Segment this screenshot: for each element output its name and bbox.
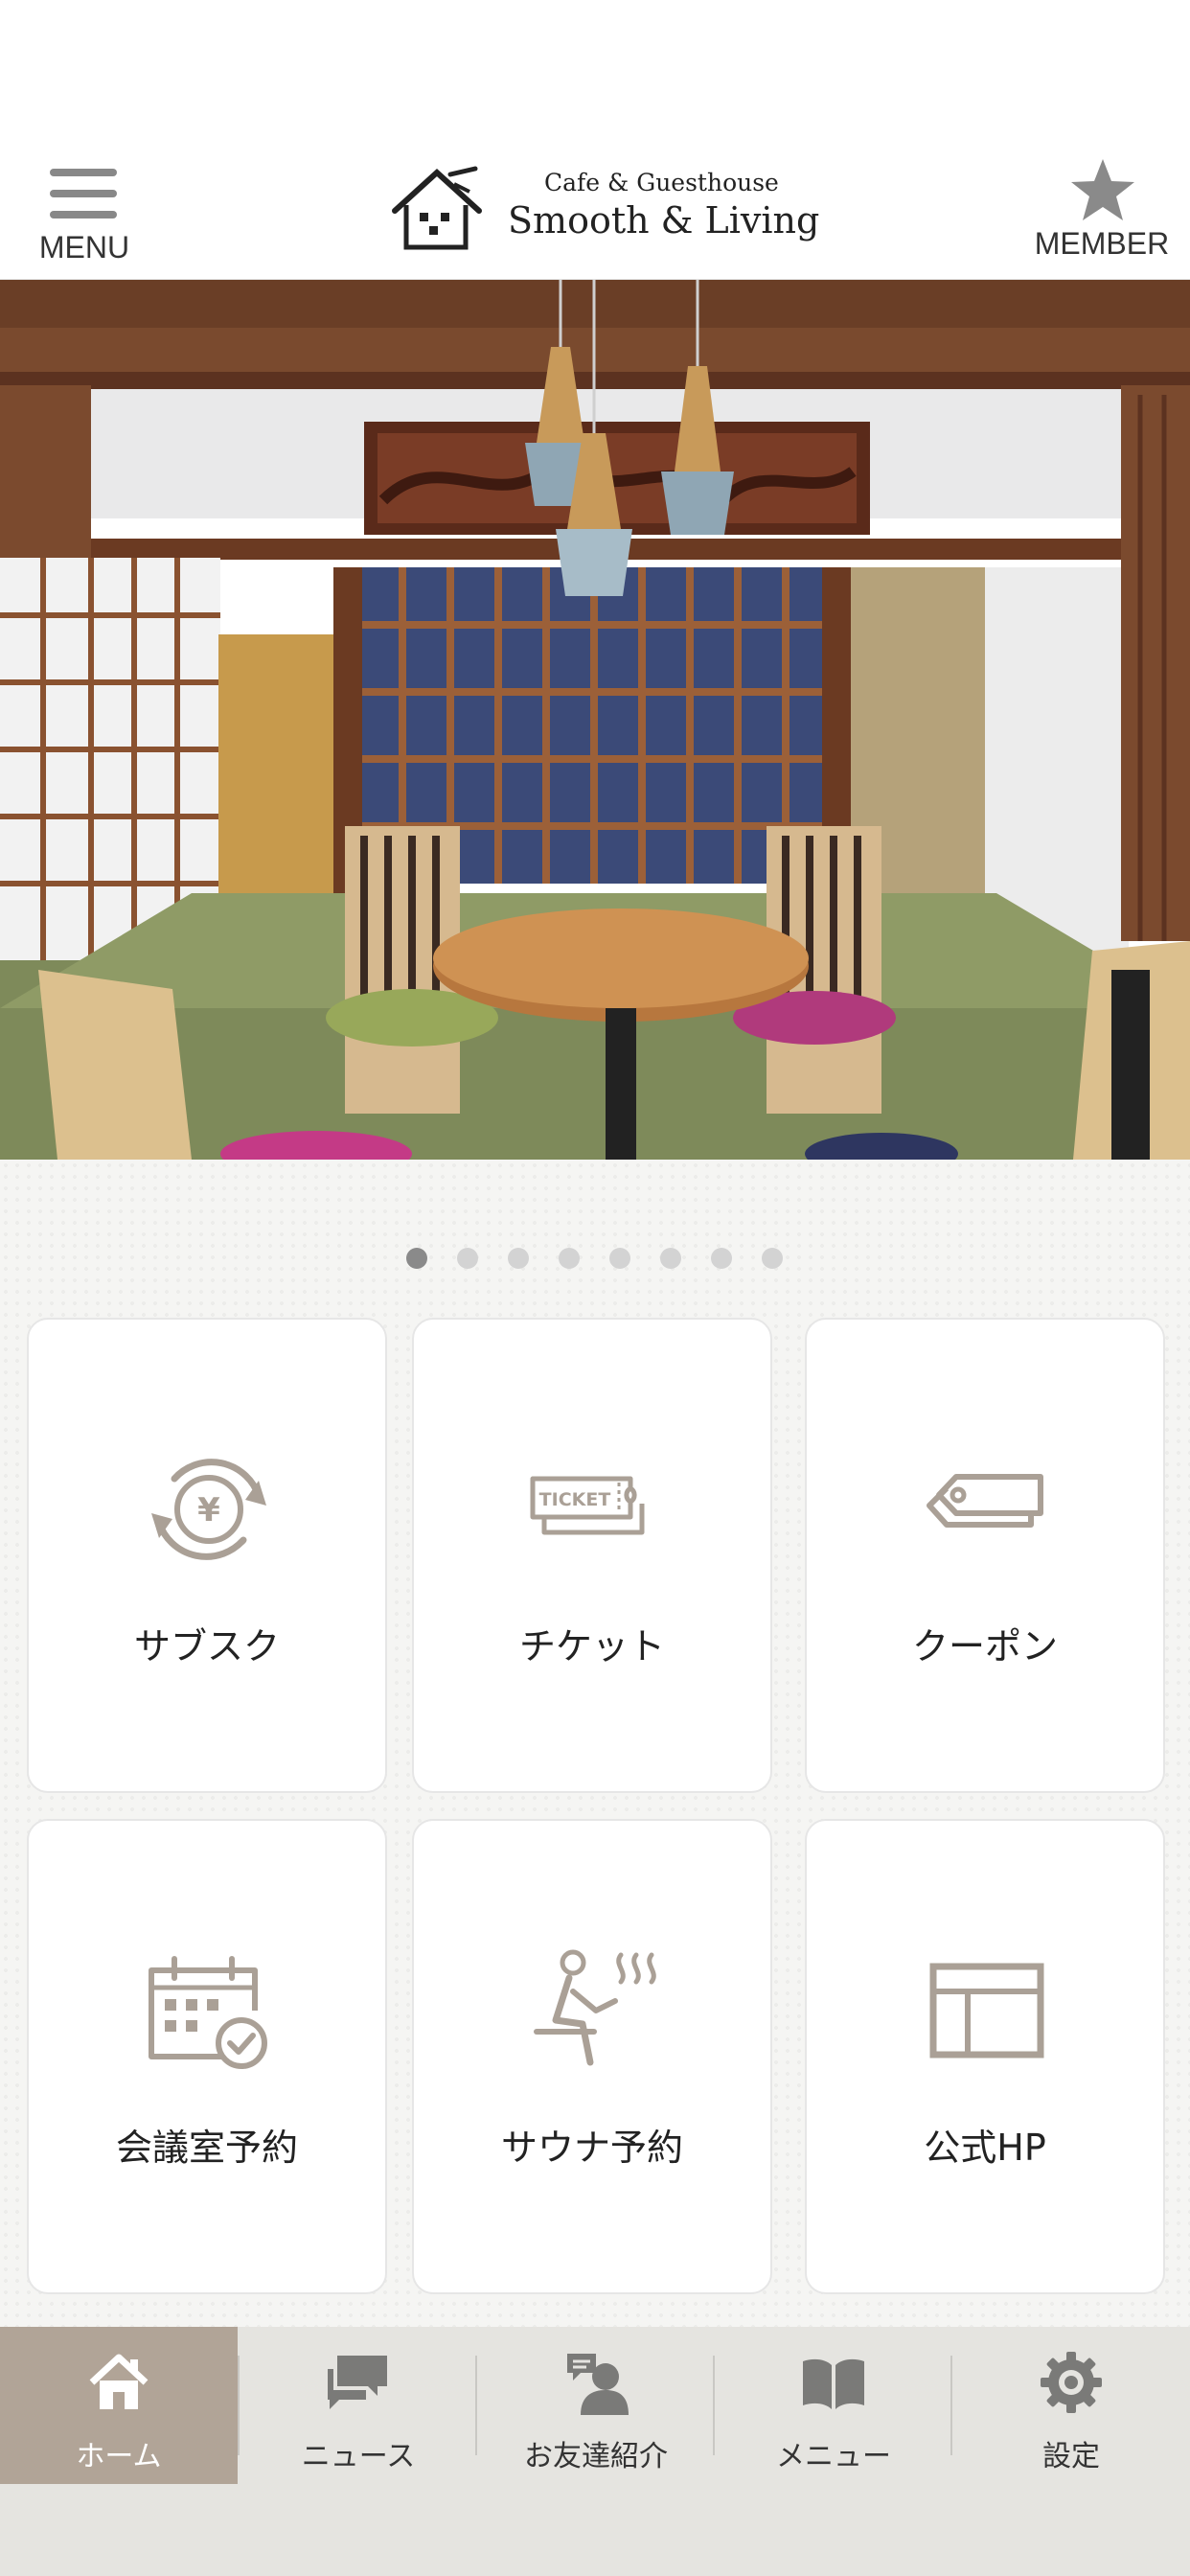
tile-coupon[interactable]: クーポン (805, 1318, 1165, 1793)
webpage-icon (929, 1963, 1044, 2058)
calendar-check-icon (149, 1956, 267, 2069)
house-logo-icon (392, 166, 482, 250)
tab-news[interactable]: ニュース (240, 2327, 477, 2484)
carousel-pagination[interactable] (406, 1248, 790, 1269)
bottom-tab-bar: ホーム ニュース お友達紹介 メニュー 設定 (0, 2327, 1190, 2576)
tile-label: 公式HP (924, 2127, 1046, 2169)
tile-meeting-room-booking[interactable]: 会議室予約 (27, 1819, 387, 2294)
member-button[interactable]: MEMBER (1027, 157, 1177, 264)
carousel-dot[interactable] (559, 1248, 580, 1269)
tab-label: ホーム (76, 2440, 162, 2473)
logo-subtitle: Cafe & Guesthouse (544, 169, 779, 196)
member-label: MEMBER (1034, 226, 1170, 261)
carousel-dot[interactable] (508, 1248, 529, 1269)
tile-label: クーポン (911, 1625, 1058, 1668)
brand-logo[interactable]: Cafe & Guesthouse Smooth & Living (387, 157, 819, 263)
tab-friend-referral[interactable]: お友達紹介 (477, 2327, 715, 2484)
menu-button[interactable]: MENU (25, 161, 144, 266)
hero-carousel-image[interactable] (0, 280, 1190, 1160)
carousel-dot[interactable] (406, 1248, 427, 1269)
open-book-icon (803, 2358, 864, 2409)
tab-label: お友達紹介 (524, 2440, 668, 2473)
friend-referral-icon (567, 2354, 629, 2415)
hamburger-icon (50, 169, 117, 218)
ticket-icon: TICKET (530, 1476, 645, 1535)
tile-label: 会議室予約 (115, 2127, 298, 2169)
tile-sauna-booking[interactable]: サウナ予約 (412, 1819, 772, 2294)
tile-subscription[interactable]: ¥ サブスク (27, 1318, 387, 1793)
ticket-icon-text: TICKET (539, 1489, 611, 1510)
carousel-dot[interactable] (711, 1248, 732, 1269)
tab-label: メニュー (776, 2440, 891, 2473)
menu-label: MENU (38, 230, 130, 264)
tab-home[interactable]: ホーム (0, 2327, 238, 2484)
tag-icon (927, 1474, 1043, 1528)
chat-bubbles-icon (328, 2356, 387, 2409)
tab-settings[interactable]: 設定 (952, 2327, 1190, 2484)
tab-label: 設定 (1042, 2440, 1100, 2473)
star-icon (1071, 159, 1134, 220)
tile-label: チケット (518, 1625, 665, 1668)
carousel-dot[interactable] (660, 1248, 681, 1269)
carousel-dot[interactable] (762, 1248, 783, 1269)
cafe-interior-illustration (0, 280, 1190, 1160)
logo-title: Smooth & Living (508, 199, 820, 242)
tile-ticket[interactable]: TICKET チケット (412, 1318, 772, 1793)
tab-label: ニュース (301, 2440, 416, 2473)
tile-label: サブスク (133, 1625, 280, 1668)
yen-cycle-icon: ¥ (151, 1459, 266, 1560)
gear-icon (1041, 2352, 1102, 2413)
svg-text:¥: ¥ (197, 1491, 220, 1530)
carousel-dot[interactable] (457, 1248, 478, 1269)
app-header: MENU Cafe & Guesthouse Smooth & Living M… (0, 0, 1190, 280)
sauna-icon (534, 1949, 656, 2066)
home-icon (89, 2354, 149, 2409)
tile-label: サウナ予約 (500, 2127, 683, 2169)
tile-official-website[interactable]: 公式HP (805, 1819, 1165, 2294)
carousel-dot[interactable] (609, 1248, 630, 1269)
tab-menu[interactable]: メニュー (715, 2327, 952, 2484)
